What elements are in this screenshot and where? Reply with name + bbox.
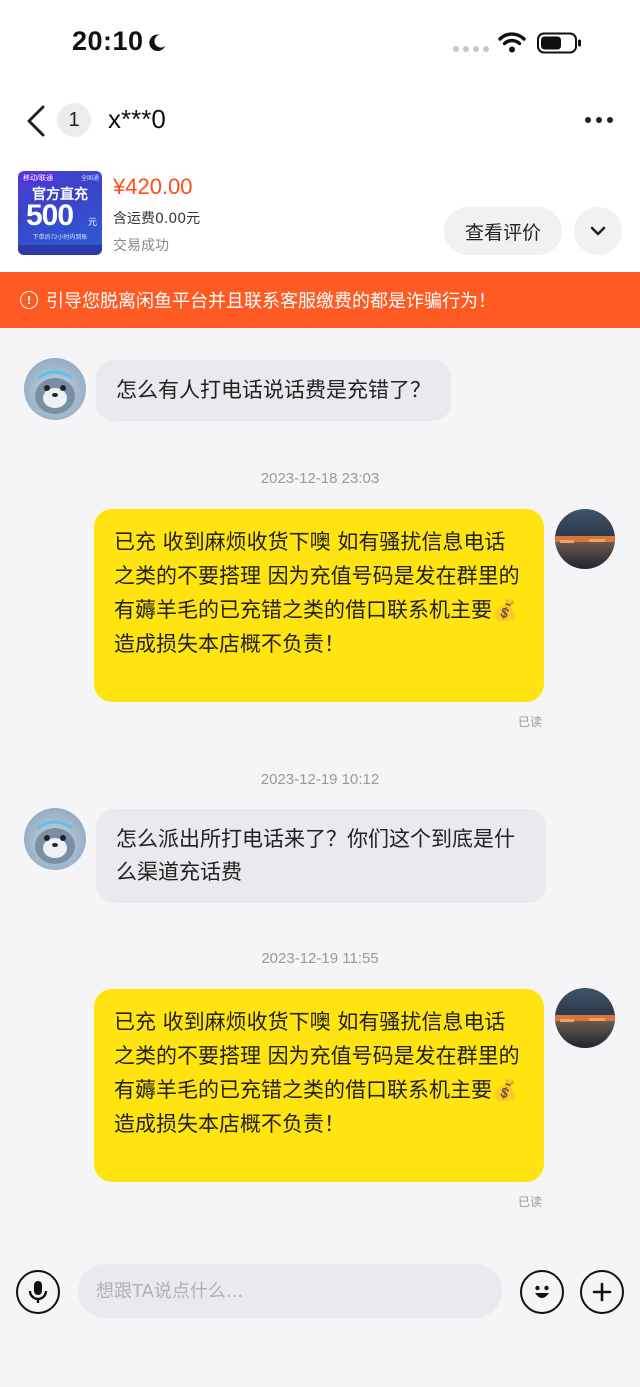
- more-options-icon[interactable]: [585, 117, 613, 123]
- message-bubble-received[interactable]: 怎么有人打电话说话费是充错了？: [96, 360, 451, 421]
- message-bubble-sent[interactable]: 已充 收到麻烦收货下噢 如有骚扰信息电话之类的不要搭理 因为充值号码是发在群里的…: [94, 989, 544, 1182]
- microphone-icon: [28, 1281, 48, 1303]
- seal-avatar-icon: [35, 370, 75, 414]
- cellular-signal-icon: [453, 46, 489, 52]
- view-review-button[interactable]: 查看评价: [444, 207, 562, 255]
- chat-partner-name: x***0: [108, 104, 166, 134]
- trade-status: 交易成功: [113, 238, 169, 254]
- status-time: 20:10: [72, 26, 144, 56]
- add-attachment-button[interactable]: [580, 1270, 624, 1314]
- buyer-avatar[interactable]: [24, 808, 86, 870]
- seller-avatar[interactable]: [555, 988, 615, 1048]
- smiley-icon: [535, 1285, 549, 1298]
- message-timestamp: 2023-12-19 11:55: [261, 950, 379, 967]
- seller-avatar[interactable]: [555, 509, 615, 569]
- read-receipt: 已读: [518, 715, 543, 729]
- product-image[interactable]: 移动/联通 全国通 官方直充 500 元 下单后72小时内到账: [18, 171, 102, 255]
- message-bubble-received[interactable]: 怎么派出所打电话来了？你们这个到底是什么渠道充话费: [96, 809, 546, 903]
- sunset-avatar-icon: [555, 536, 615, 543]
- warning-text: 引导您脱离闲鱼平台并且联系客服缴费的都是诈骗行为！: [46, 291, 496, 312]
- seal-avatar-icon: [35, 820, 75, 864]
- product-image-sub: 下单后72小时内到账: [32, 235, 88, 241]
- wifi-icon: [498, 32, 526, 53]
- back-arrow-icon[interactable]: [24, 104, 48, 138]
- message-timestamp: 2023-12-19 10:12: [260, 771, 380, 788]
- read-receipt: 已读: [518, 1195, 543, 1209]
- expand-button[interactable]: [574, 207, 622, 255]
- product-image-unit: 元: [88, 217, 98, 227]
- message-timestamp: 2023-12-18 23:03: [260, 470, 380, 487]
- exclamation-icon: !: [20, 291, 38, 309]
- shipping-fee: 含运费0.00元: [113, 211, 201, 227]
- chevron-down-icon: [590, 226, 606, 236]
- product-image-amount: 500: [26, 199, 74, 232]
- product-image-footer: [18, 245, 102, 255]
- voice-input-button[interactable]: [16, 1270, 60, 1314]
- battery-icon: [537, 32, 581, 54]
- product-image-tag: 移动/联通: [21, 173, 55, 183]
- unread-count-badge[interactable]: 1: [57, 103, 91, 137]
- emoji-button[interactable]: [520, 1270, 564, 1314]
- moon-icon: [149, 34, 166, 51]
- message-input[interactable]: [78, 1264, 502, 1318]
- plus-icon: [592, 1282, 612, 1302]
- product-image-tag-right: 全国通: [80, 176, 99, 182]
- product-price: ¥420.00: [113, 174, 193, 199]
- sunset-avatar-icon: [555, 1015, 615, 1022]
- fraud-warning-banner: ! 引导您脱离闲鱼平台并且联系客服缴费的都是诈骗行为！: [0, 272, 640, 328]
- message-bubble-sent[interactable]: 已充 收到麻烦收货下噢 如有骚扰信息电话之类的不要搭理 因为充值号码是发在群里的…: [94, 509, 544, 702]
- buyer-avatar[interactable]: [24, 358, 86, 420]
